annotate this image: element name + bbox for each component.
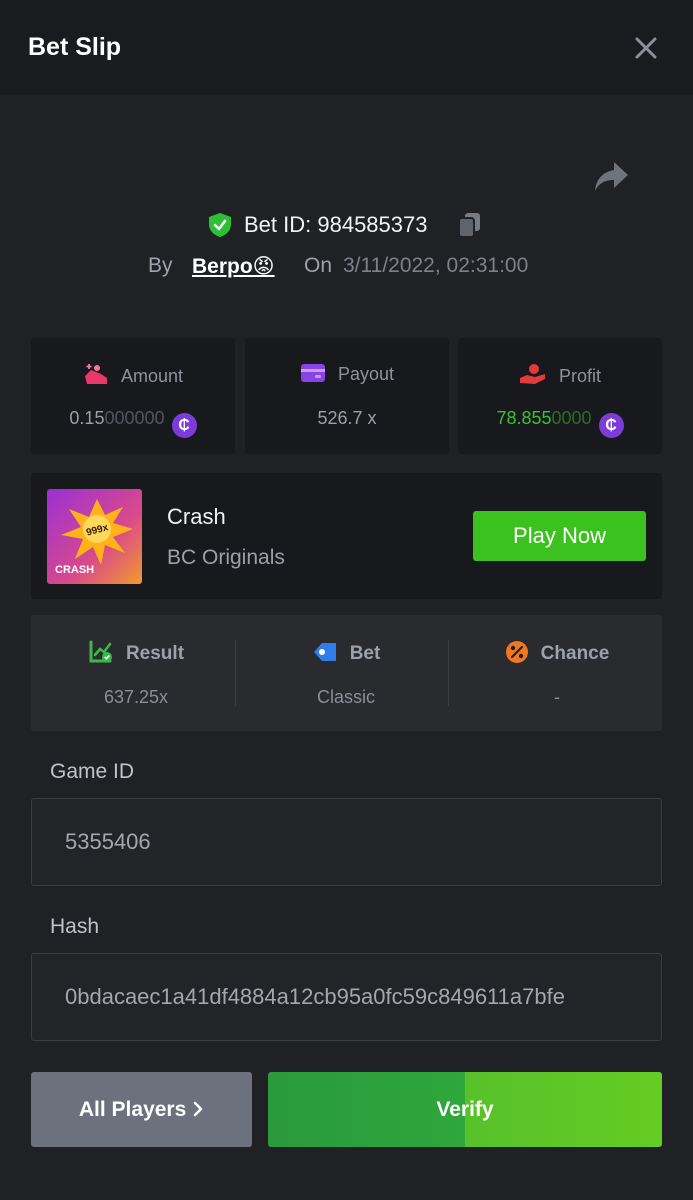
play-now-button[interactable]: Play Now bbox=[473, 511, 646, 561]
bet-datetime: 3/11/2022, 02:31:00 bbox=[343, 254, 529, 277]
game-card: 999x CRASH Crash BC Originals Play Now bbox=[31, 473, 662, 599]
profit-label: Profit bbox=[558, 366, 601, 386]
result-card: Result 637.25x Bet Classic Chance - bbox=[31, 615, 662, 731]
game-provider: BC Originals bbox=[167, 546, 285, 569]
bet-id: Bet ID: 984585373 bbox=[244, 212, 428, 237]
divider bbox=[448, 640, 449, 706]
amount-value: 0.15000000 ₵ bbox=[31, 408, 235, 438]
chance-column: Chance - bbox=[452, 615, 662, 731]
thumb-text: CRASH bbox=[55, 564, 94, 576]
game-name: Crash bbox=[167, 504, 226, 529]
page-title: Bet Slip bbox=[28, 33, 122, 61]
profit-icon bbox=[519, 364, 545, 384]
verify-button[interactable]: Verify bbox=[268, 1072, 662, 1147]
all-players-button[interactable]: All Players bbox=[31, 1072, 252, 1147]
result-value: 637.25x bbox=[103, 687, 169, 707]
by-label: By bbox=[148, 254, 173, 277]
bet-value: Classic bbox=[316, 687, 375, 707]
on-label: On bbox=[304, 254, 333, 277]
share-icon[interactable] bbox=[594, 160, 630, 194]
amount-card: Amount 0.15000000 ₵ bbox=[31, 338, 235, 454]
amount-icon bbox=[84, 364, 107, 384]
coin-icon: ₵ bbox=[171, 413, 197, 438]
divider bbox=[235, 640, 236, 706]
chart-check-icon bbox=[89, 640, 112, 663]
shield-check-icon bbox=[209, 213, 231, 237]
copy-icon[interactable] bbox=[456, 211, 484, 239]
game-id-label: Game ID bbox=[50, 760, 135, 783]
username-link[interactable]: Berpo😡 bbox=[192, 254, 275, 279]
bet-label: Bet bbox=[349, 643, 381, 664]
payout-value: 526.7 x bbox=[317, 408, 377, 428]
percent-icon bbox=[505, 641, 528, 663]
profit-value: 78.8550000 ₵ bbox=[458, 408, 662, 438]
bet-column: Bet Classic bbox=[241, 615, 451, 731]
close-icon[interactable] bbox=[634, 36, 658, 60]
amount-label: Amount bbox=[120, 366, 184, 386]
chance-value: - bbox=[554, 687, 560, 707]
hash-field[interactable]: 0bdacaec1a41df4884a12cb95a0fc59c849611a7… bbox=[31, 953, 662, 1041]
bet-id-row: Bet ID: 984585373 bbox=[0, 208, 693, 242]
wallet-icon bbox=[300, 364, 325, 382]
payout-label: Payout bbox=[337, 364, 395, 384]
game-id-value: 5355406 bbox=[65, 829, 151, 854]
hash-value: 0bdacaec1a41df4884a12cb95a0fc59c849611a7… bbox=[65, 984, 565, 1009]
tag-icon bbox=[313, 643, 336, 661]
header: Bet Slip bbox=[0, 0, 693, 95]
hash-label: Hash bbox=[50, 915, 100, 938]
chevron-right-icon bbox=[193, 1101, 203, 1117]
payout-card: Payout 526.7 x bbox=[245, 338, 449, 454]
chance-label: Chance bbox=[540, 643, 610, 664]
bet-author-row: By Berpo😡 On 3/11/2022, 02:31:00 bbox=[0, 252, 693, 282]
result-column: Result 637.25x bbox=[31, 615, 241, 731]
result-label: Result bbox=[125, 643, 185, 664]
coin-icon: ₵ bbox=[598, 413, 624, 438]
game-thumbnail[interactable]: 999x CRASH bbox=[47, 489, 142, 584]
profit-card: Profit 78.8550000 ₵ bbox=[458, 338, 662, 454]
game-id-field[interactable]: 5355406 bbox=[31, 798, 662, 886]
